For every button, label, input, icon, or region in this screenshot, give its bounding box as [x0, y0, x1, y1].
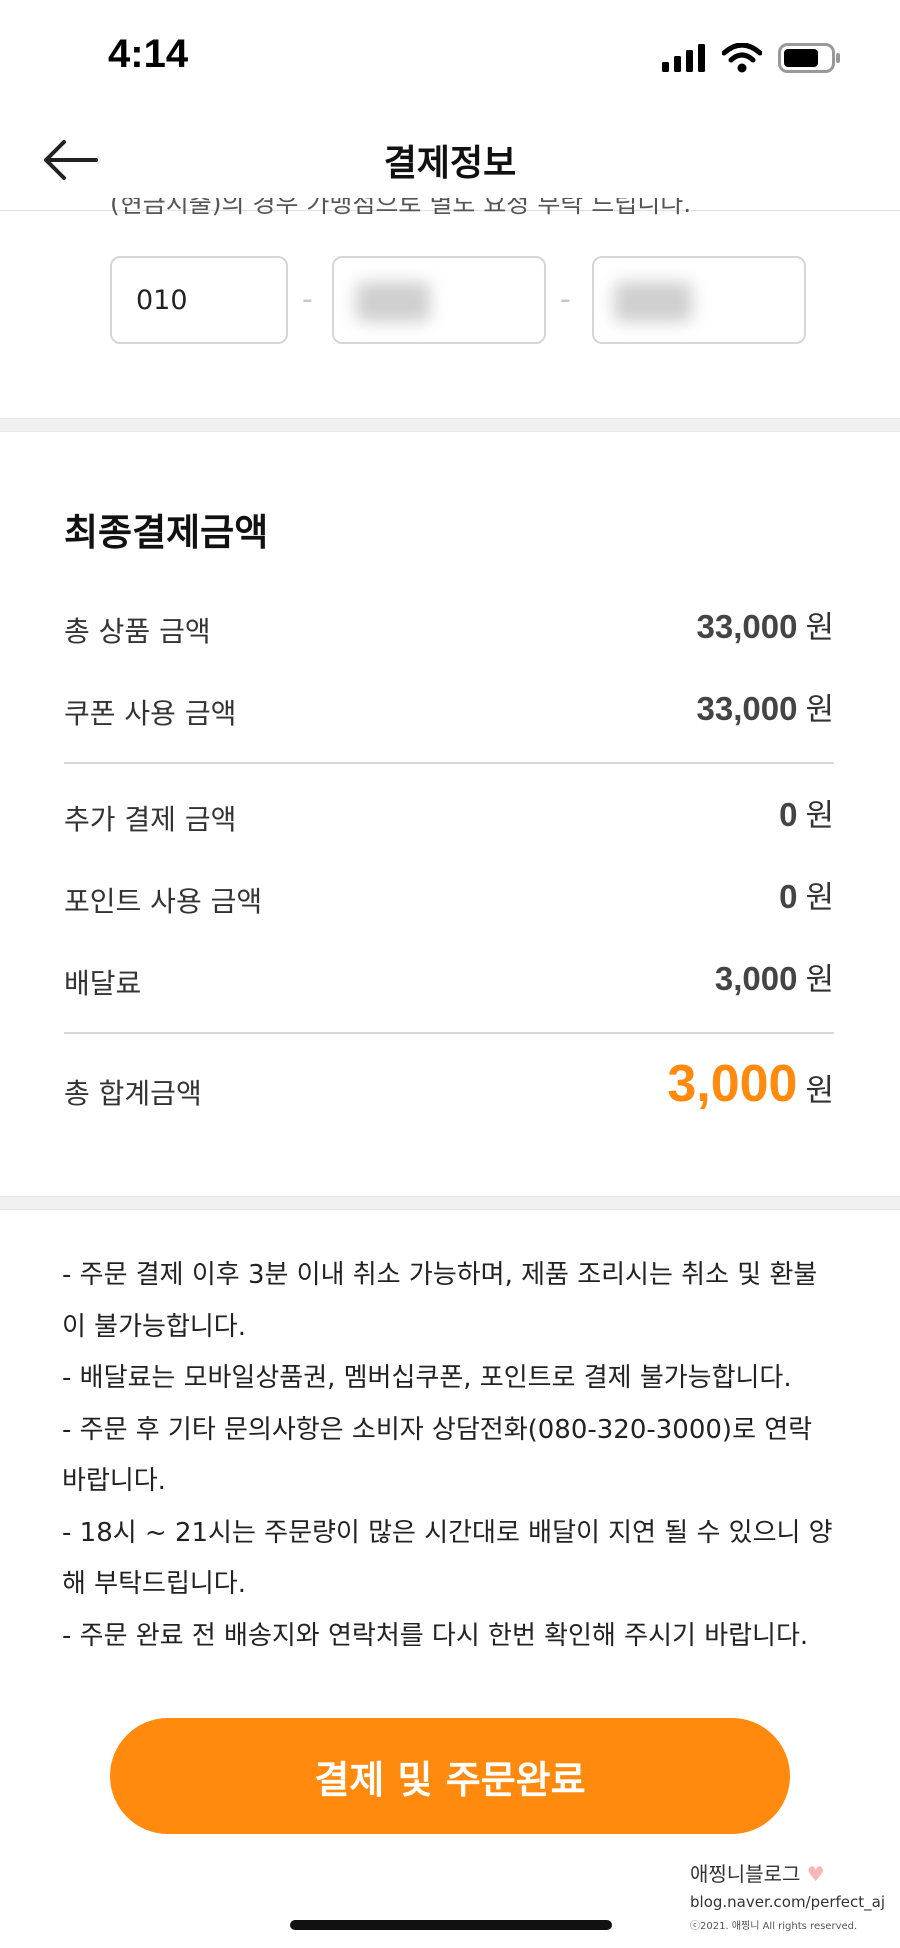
- amount: 33,000: [696, 690, 798, 727]
- amount: 33,000: [696, 608, 798, 645]
- section-divider: [0, 418, 900, 432]
- watermark-name-text: 애찡니블로그: [690, 1862, 801, 1886]
- notice-line: - 배달료는 모바일상품권, 멤버십쿠폰, 포인트로 결제 불가능합니다.: [62, 1363, 792, 1393]
- summary-label: 추가 결제 금액: [64, 803, 237, 836]
- watermark-copyright: ⓒ2021. 애찡니 All rights reserved.: [690, 1921, 858, 1932]
- notice-line: - 18시 ~ 21시는 주문량이 많은 시간대로 배달이 지연 될 수 있으니…: [62, 1517, 833, 1548]
- summary-separator: [64, 762, 834, 764]
- phone-separator: -: [560, 282, 571, 317]
- total-label: 총 합계금액: [64, 1077, 202, 1110]
- watermark-url: blog.naver.com/perfect_aj: [690, 1893, 886, 1911]
- blog-watermark: 애찡니블로그 ♥ blog.naver.com/perfect_aj ⓒ2021…: [690, 1858, 890, 1932]
- summary-value: 3,000 원: [715, 954, 834, 999]
- cellular-signal-icon: [662, 44, 705, 72]
- summary-value: 0원: [779, 790, 834, 835]
- summary-row-product-total: 총 상품 금액 33,000 원: [64, 600, 834, 660]
- currency-unit: 원: [805, 692, 834, 728]
- app-header: 결제정보: [0, 110, 900, 211]
- amount: 0: [779, 796, 798, 833]
- summary-row-delivery-fee: 배달료 3,000 원: [64, 952, 834, 1012]
- summary-row-points: 포인트 사용 금액 0원: [64, 870, 834, 930]
- currency-unit: 원: [805, 962, 834, 998]
- section-divider: [0, 1196, 900, 1210]
- currency-unit: 원: [805, 798, 834, 834]
- total-amount: 3,000: [667, 1055, 798, 1113]
- summary-value: 0원: [779, 872, 834, 917]
- summary-label: 포인트 사용 금액: [64, 885, 263, 918]
- notice-line: 해 부탁드립니다.: [62, 1569, 246, 1599]
- currency-unit: 원: [805, 1073, 834, 1109]
- status-icons: [662, 40, 842, 76]
- phone-separator: -: [302, 282, 313, 317]
- summary-row-grand-total: 총 합계금액 3,000 원: [64, 1055, 834, 1132]
- currency-unit: 원: [805, 880, 834, 916]
- total-value: 3,000 원: [667, 1054, 834, 1114]
- phone-number-row: - -: [110, 256, 806, 348]
- summary-label: 쿠폰 사용 금액: [64, 697, 237, 730]
- currency-unit: 원: [805, 610, 834, 646]
- phone-last-field[interactable]: [592, 256, 806, 344]
- summary-title: 최종결제금액: [64, 511, 269, 554]
- summary-label: 총 상품 금액: [64, 615, 211, 648]
- phone-first-field[interactable]: [110, 256, 288, 344]
- notice-line: - 주문 후 기타 문의사항은 소비자 상담전화(080-320-3000)로 …: [62, 1414, 813, 1445]
- summary-separator: [64, 1032, 834, 1034]
- order-notices: - 주문 결제 이후 3분 이내 취소 가능하며, 제품 조리시는 취소 및 환…: [62, 1250, 842, 1662]
- wifi-icon: [722, 43, 762, 73]
- notice-line: - 주문 완료 전 배송지와 연락처를 다시 한번 확인해 주시기 바랍니다.: [62, 1620, 809, 1651]
- notice-line: 이 불가능합니다.: [62, 1311, 246, 1342]
- home-indicator[interactable]: [290, 1920, 612, 1930]
- battery-icon: [778, 43, 840, 73]
- summary-row-additional: 추가 결제 금액 0원: [64, 788, 834, 848]
- page-title: 결제정보: [383, 143, 517, 184]
- notice-line: - 주문 결제 이후 3분 이내 취소 가능하며, 제품 조리시는 취소 및 환…: [62, 1260, 818, 1290]
- watermark-name: 애찡니블로그 ♥: [690, 1858, 890, 1887]
- summary-value: 33,000 원: [697, 684, 834, 729]
- status-bar: 4:14: [0, 0, 900, 110]
- status-time: 4:14: [108, 32, 189, 76]
- summary-row-coupon: 쿠폰 사용 금액 33,000 원: [64, 682, 834, 742]
- summary-value: 33,000 원: [697, 602, 834, 647]
- redacted-value: [356, 282, 430, 322]
- phone-middle-field[interactable]: [332, 256, 546, 344]
- summary-label: 배달료: [64, 967, 142, 1000]
- heart-icon: ♥: [806, 1862, 825, 1886]
- complete-order-button[interactable]: 결제 및 주문완료: [110, 1718, 790, 1834]
- notice-line: 바랍니다.: [62, 1466, 166, 1496]
- phone-first-input[interactable]: [112, 258, 286, 342]
- cash-receipt-notice-text: (현금지출)의 경우 가맹점으로 별도 요청 부탁 드립니다.: [110, 198, 692, 218]
- redacted-value: [614, 282, 692, 322]
- cash-receipt-notice: (현금지출)의 경우 가맹점으로 별도 요청 부탁 드립니다.: [110, 198, 691, 232]
- amount: 0: [779, 878, 798, 915]
- amount: 3,000: [714, 960, 798, 997]
